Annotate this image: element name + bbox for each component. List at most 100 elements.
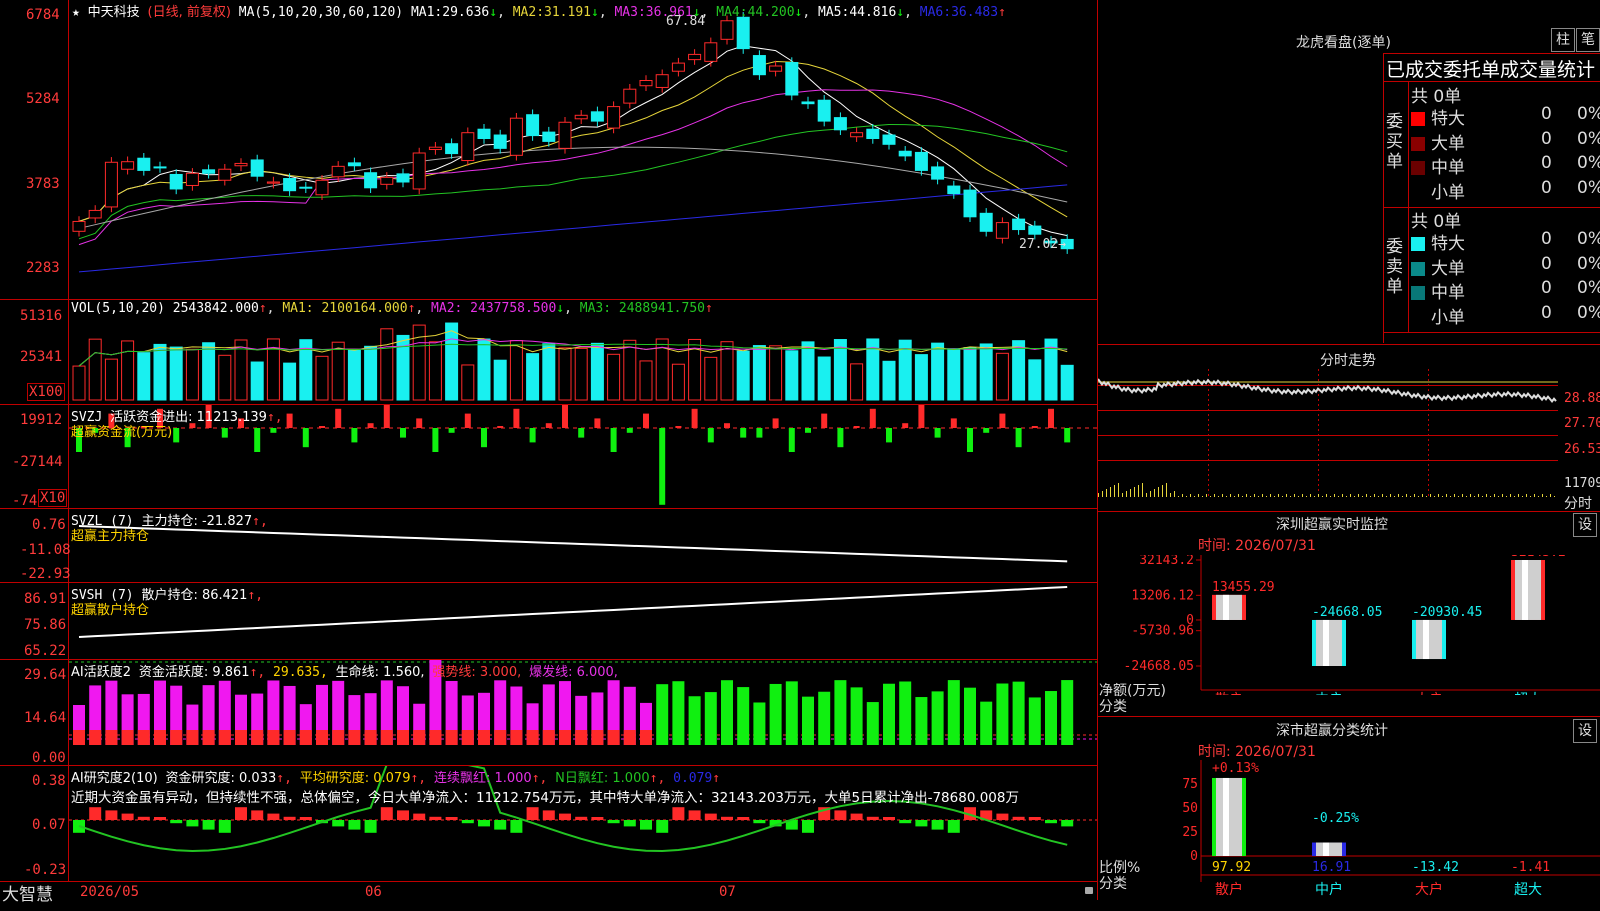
color-swatch [1411,261,1425,276]
svzj-arrow: ↑, [266,410,283,425]
intraday-volume-tick [1494,494,1495,497]
intraday-volume-tick [1154,489,1155,497]
intraday-volume-tick [1522,496,1523,497]
intraday-volume-tick [1482,496,1483,497]
intraday-volume-tick [1530,496,1531,497]
intraday-volume-tick [1534,494,1535,497]
candle-body [817,99,831,122]
intraday-volume-tick [1194,496,1195,497]
fund-flow-bar [545,423,552,428]
volume-bar [509,340,523,401]
activity-bar [688,696,701,745]
candle-body [704,42,718,62]
intraday-volume-tick [1446,494,1447,497]
research-bar [89,807,102,820]
research-bar [753,820,766,824]
color-swatch [1411,136,1425,151]
fund-flow-bar [821,413,828,428]
intraday-volume-tick [1346,496,1347,497]
color-swatch [1411,237,1425,251]
fund-flow-bar [772,418,779,428]
fund-flow-bar [594,418,601,428]
candle-body [185,172,199,186]
candle-body [88,209,102,219]
research-bar [542,810,555,820]
intraday-volume-tick [1150,491,1151,497]
sell-row-3: 小单 0 0% [1411,303,1600,328]
class-category: 超大 [1514,882,1542,898]
intraday-volume-tick [1474,496,1475,497]
intraday-title: 分时走势 [1320,353,1376,369]
dragon-header: 已成交委托单成交量统计 [1386,59,1596,81]
low-price-label: 27.02→ [1019,237,1066,252]
sz-monitor-chart[interactable]: 32143.213206.120-5730.96-24668.0513455.2… [1098,555,1600,695]
vol-ma2: MA2: 2437758.500 [431,301,557,316]
intraday-volume-tick [1426,496,1427,497]
activity-base [89,730,102,745]
fund-flow-bar [740,428,747,438]
activity-bar [818,691,831,745]
activity-bar [915,697,928,745]
lock-icon[interactable] [1085,887,1093,894]
intraday-volume-tick [1262,494,1263,497]
svsh-name: 散户持仓: 86.421 [141,588,248,603]
fund-flow-bar [1048,408,1054,428]
research-bar [850,813,863,820]
ai1-strong: 强势线: 3.000, [432,665,522,680]
intraday-volume-tick [1478,494,1479,497]
ai2-note: 近期大资金虽有异动，但持续性不强，总体偏空，今日大单净流入：11212.754万… [71,790,1019,806]
color-swatch [1411,286,1425,300]
research-bar [559,813,571,820]
fund-flow-bar [788,428,795,452]
candle-body [121,161,135,170]
sz-class-chart[interactable]: 75 50 25 0 +0.13% 97.92 散户 -0.25% 16.91 中户 -13.42 大… [1098,760,1600,900]
intraday-volume-tick [1350,494,1351,497]
ma-line-4 [78,123,1068,240]
star-icon[interactable]: ★ [72,5,80,20]
candle-body [169,173,183,190]
research-bar [121,813,134,820]
activity-base [640,730,652,745]
intraday-volume-tick [1210,496,1211,497]
activity-base [575,730,588,745]
main-holding-line [78,525,1068,563]
candle-body [380,176,394,185]
buy-row-3: 小单 0 0% [1411,178,1600,203]
ma4-arrow: ↓ [794,5,803,20]
research-bar [202,820,215,830]
volume-bar [88,338,102,401]
volume-bar [315,355,329,401]
sz-monitor-settings-button[interactable]: 设 [1573,513,1597,537]
candle-body [526,114,540,137]
sz-class-settings-button[interactable]: 设 [1573,719,1597,743]
intraday-volume-tick [1174,491,1175,497]
ma6-arrow: ↑ [998,5,1006,20]
research-bar [267,813,280,820]
row-percent: 0% [1577,302,1600,323]
chart-area[interactable]: ★ 中天科技 (日线, 前复权) MA(5,10,20,30,60,120) M… [0,0,1098,905]
intraday-volume-tick [1222,494,1223,497]
fund-flow-bar [837,428,844,448]
volume-bar [963,347,977,401]
intraday-volume-tick [1450,496,1451,497]
vol-ma3: MA3: 2488941.750 [579,301,705,316]
volume-bar [428,341,442,401]
activity-bar [737,687,750,745]
intraday-volume-tick [1470,494,1471,497]
research-bar [834,810,847,820]
activity-bar [704,692,717,745]
research-bar [802,820,814,833]
candle-body [931,166,945,180]
activity-base [364,730,377,745]
candle-body [364,172,378,189]
volume-bar [607,353,621,401]
class-tick: 0 [1190,849,1198,864]
candlestick-chart[interactable] [69,0,1097,298]
volume-bar [801,341,815,401]
intraday-chart[interactable] [1098,369,1558,511]
candle-body [655,74,669,88]
date-tick: 07 [719,884,736,900]
research-bar [704,813,717,820]
volume-bar [931,342,945,401]
intraday-volume-tick [1258,496,1259,497]
